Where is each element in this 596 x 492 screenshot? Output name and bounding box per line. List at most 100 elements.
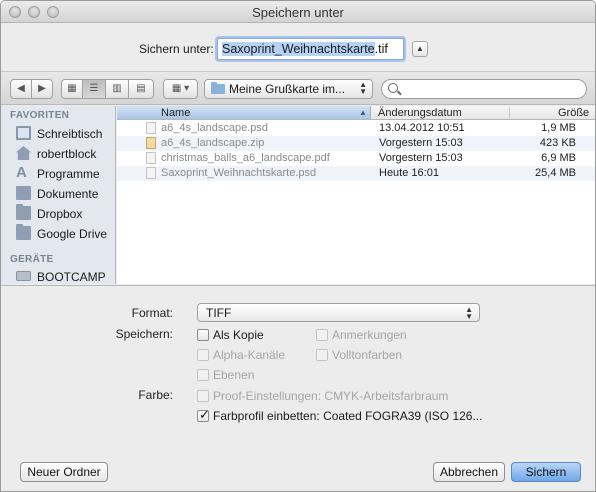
cancel-button[interactable]: Abbrechen bbox=[433, 462, 505, 482]
column-header-label: Name bbox=[161, 107, 191, 119]
table-row[interactable]: a6_4s_landscape.zip Vorgestern 15:03 423… bbox=[117, 136, 595, 151]
checkbox-box bbox=[197, 390, 209, 402]
column-divider bbox=[509, 107, 510, 119]
file-date: Vorgestern 15:03 bbox=[379, 137, 463, 149]
window-title: Speichern unter bbox=[252, 5, 344, 20]
file-date: Vorgestern 15:03 bbox=[379, 152, 463, 164]
location-popup[interactable]: Meine Grußkarte im... ▲ ▼ bbox=[204, 79, 373, 99]
sidebar-item-label: Dokumente bbox=[37, 187, 99, 201]
chevron-up-icon: ▲ bbox=[416, 44, 424, 53]
sidebar-item-label: Programme bbox=[37, 167, 100, 181]
file-date: 13.04.2012 10:51 bbox=[379, 122, 465, 134]
checkbox-label: Anmerkungen bbox=[332, 328, 407, 342]
folder-icon bbox=[16, 224, 31, 240]
sidebar-item-label: Google Drive bbox=[37, 227, 108, 241]
table-row[interactable]: a6_4s_landscape.psd 13.04.2012 10:51 1,9… bbox=[117, 121, 595, 136]
drive-icon bbox=[16, 271, 31, 281]
coverflow-view-button[interactable]: ▤ bbox=[128, 79, 154, 99]
column-header-name[interactable]: Name bbox=[117, 106, 371, 119]
zip-file-icon bbox=[146, 137, 156, 149]
sidebar-item-label: BOOTCAMP bbox=[37, 270, 106, 284]
documents-icon bbox=[16, 186, 31, 200]
folder-icon bbox=[16, 204, 31, 220]
sidebar-item-home[interactable]: robertblock bbox=[16, 144, 115, 164]
file-size: 6,9 MB bbox=[541, 152, 576, 164]
format-select[interactable]: TIFF ▲ ▼ bbox=[197, 303, 480, 322]
updown-arrows-icon: ▲ ▼ bbox=[465, 305, 473, 321]
checkbox-box bbox=[197, 349, 209, 361]
table-row[interactable]: christmas_balls_a6_landscape.pdf Vorgest… bbox=[117, 151, 595, 166]
checkbox-label: Alpha-Kanäle bbox=[213, 348, 286, 362]
list-view-icon: ☰ bbox=[89, 83, 99, 94]
sidebar-item-label: robertblock bbox=[37, 147, 97, 161]
checkbox-box bbox=[197, 369, 209, 381]
pdf-file-icon bbox=[146, 152, 156, 164]
checkbox-box bbox=[197, 329, 209, 341]
sidebar-item-desktop[interactable]: Schreibtisch bbox=[16, 124, 115, 144]
file-size: 1,9 MB bbox=[541, 122, 576, 134]
checkbox-label: Als Kopie bbox=[213, 328, 264, 342]
sidebar-item-bootcamp[interactable]: BOOTCAMP bbox=[16, 267, 115, 284]
folder-icon bbox=[211, 82, 225, 94]
filename-input[interactable]: Saxoprint_Weihnachtskarte.tif bbox=[217, 38, 404, 60]
icon-view-button[interactable]: ▦ bbox=[61, 79, 83, 99]
file-name: a6_4s_landscape.zip bbox=[161, 137, 265, 149]
forward-button[interactable]: ▶ bbox=[31, 79, 53, 99]
file-name: christmas_balls_a6_landscape.pdf bbox=[161, 152, 330, 164]
title-bar: Speichern unter bbox=[1, 1, 595, 23]
save-options-panel: Format: TIFF ▲ ▼ Speichern: Als Kopie Anm… bbox=[1, 285, 595, 455]
arrange-button[interactable]: ▦ ▾ bbox=[163, 79, 198, 99]
coverflow-view-icon: ▤ bbox=[136, 83, 146, 94]
search-input[interactable] bbox=[381, 79, 587, 99]
checkbox-label: Volltonfarben bbox=[332, 348, 403, 362]
save-as-label: Sichern unter: bbox=[139, 42, 214, 56]
sidebar-item-documents[interactable]: Dokumente bbox=[16, 184, 115, 204]
applications-icon: A bbox=[16, 164, 27, 181]
checkbox-label: Ebenen bbox=[213, 368, 255, 382]
file-size: 423 KB bbox=[539, 137, 576, 149]
sidebar-item-label: Schreibtisch bbox=[37, 127, 103, 141]
updown-arrows-icon: ▲ ▼ bbox=[359, 80, 367, 96]
toolbar: ◀ ▶ ▦ ☰ ▥ ▤ ▦ ▾ Meine Grußkarte im... ▲ ▼ bbox=[1, 71, 595, 105]
list-header: Name ▲ Änderungsdatum Größe bbox=[117, 106, 595, 120]
sidebar-item-dropbox[interactable]: Dropbox bbox=[16, 204, 115, 224]
list-view-button[interactable]: ☰ bbox=[82, 79, 106, 99]
color-label: Farbe: bbox=[138, 388, 173, 402]
devices-header: GERÄTE bbox=[10, 254, 54, 265]
file-name: a6_4s_landscape.psd bbox=[161, 122, 269, 134]
save-button[interactable]: Sichern bbox=[511, 462, 581, 482]
collapse-dialog-button[interactable]: ▲ bbox=[412, 41, 428, 57]
format-value: TIFF bbox=[206, 306, 232, 320]
arrange-grid-icon: ▦ ▾ bbox=[171, 83, 190, 94]
favorites-header: FAVORITEN bbox=[10, 110, 70, 121]
column-header-date[interactable]: Änderungsdatum bbox=[378, 107, 462, 119]
sort-ascending-icon: ▲ bbox=[359, 108, 367, 117]
new-folder-button[interactable]: Neuer Ordner bbox=[20, 462, 108, 482]
forward-arrow-icon: ▶ bbox=[38, 83, 46, 94]
back-button[interactable]: ◀ bbox=[10, 79, 32, 99]
table-row[interactable]: Saxoprint_Weihnachtskarte.psd Heute 16:0… bbox=[117, 166, 595, 181]
sidebar-item-applications[interactable]: A Programme bbox=[16, 164, 115, 184]
back-arrow-icon: ◀ bbox=[17, 83, 25, 94]
file-date: Heute 16:01 bbox=[379, 167, 439, 179]
filename-selected-text: Saxoprint_Weihnachtskarte bbox=[222, 42, 375, 56]
location-label: Meine Grußkarte im... bbox=[229, 82, 346, 96]
checkbox-box bbox=[316, 349, 328, 361]
checkbox-box: ✓ bbox=[197, 407, 210, 422]
checkbox-label: Proof-Einstellungen: CMYK-Arbeitsfarbrau… bbox=[213, 389, 449, 403]
checkmark-icon: ✓ bbox=[199, 407, 210, 422]
column-view-button[interactable]: ▥ bbox=[105, 79, 129, 99]
filename-extension: .tif bbox=[374, 42, 388, 56]
desktop-icon bbox=[16, 126, 31, 140]
psd-file-icon bbox=[146, 167, 156, 179]
sidebar-item-google-drive[interactable]: Google Drive bbox=[16, 224, 115, 244]
file-size: 25,4 MB bbox=[535, 167, 576, 179]
checkbox-label: Farbprofil einbetten: Coated FOGRA39 (IS… bbox=[213, 409, 483, 423]
column-header-size[interactable]: Größe bbox=[558, 107, 589, 119]
file-name: Saxoprint_Weihnachtskarte.psd bbox=[161, 167, 317, 179]
save-dialog: Speichern unter Sichern unter: Saxoprint… bbox=[0, 0, 596, 492]
home-icon bbox=[16, 146, 31, 160]
icon-view-icon: ▦ bbox=[67, 83, 77, 94]
sidebar: FAVORITEN Schreibtisch robertblock A Pro… bbox=[1, 106, 116, 284]
checkbox-box bbox=[316, 329, 328, 341]
